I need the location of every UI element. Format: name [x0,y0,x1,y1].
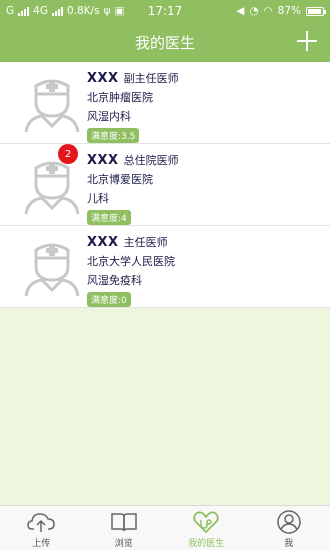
tab-label: 上传 [32,539,51,549]
app-notification-icon: ▣ [114,5,125,17]
bottom-tab-bar: 上传 浏览 我的医生 我 [0,505,330,550]
tab-label: 我的医生 [188,539,225,549]
doctor-heart-icon [193,511,219,534]
signal-icon-2 [51,6,63,16]
doctor-name: XXX [87,153,119,168]
usb-icon: ψ [103,5,111,17]
doctor-avatar-icon [24,243,80,297]
satisfaction-badge: 满意度:0 [87,292,131,307]
doctor-name: XXX [87,71,119,86]
doctor-card[interactable]: 2 XXX 总住院医师 北京博爱医院 儿科 满意度:4 [0,144,330,226]
page-title: 我的医生 [134,33,195,52]
tab-label: 我 [284,539,294,549]
tab-label: 浏览 [114,539,133,549]
doctor-avatar-icon [24,79,80,133]
network-speed: 0.8K/s [66,5,100,17]
doctor-hospital: 北京博爱医院 [87,173,153,186]
doctor-title: 副主任医师 [123,72,179,85]
doctor-department: 风湿免疫科 [87,274,142,287]
doctor-info: XXX 总住院医师 北京博爱医院 儿科 满意度:4 [87,152,179,225]
doctor-department: 风湿内科 [87,110,131,123]
network-type: 4G [33,5,48,17]
doctor-card[interactable]: XXX 主任医师 北京大学人民医院 风湿免疫科 满意度:0 [0,226,330,308]
tab-browse[interactable]: 浏览 [83,506,166,550]
nav-bar: 我的医生 [0,22,330,62]
doctor-avatar-icon [24,161,80,215]
upload-cloud-icon [27,513,56,532]
doctor-name: XXX [87,235,119,250]
unread-badge: 2 [58,144,78,164]
doctor-title: 主任医师 [123,236,168,249]
battery-icon [306,6,326,16]
battery-level: 87% [277,5,301,17]
alarm-icon: ◔ [249,5,259,17]
doctor-card[interactable]: XXX 副主任医师 北京肿瘤医院 风湿内科 满意度:3.5 [0,62,330,144]
status-bar: G 4G 0.8K/s ψ ▣ 17:17 ◀ ◔ ◠ 87% [0,0,330,22]
doctor-hospital: 北京大学人民医院 [87,255,175,268]
satisfaction-badge: 满意度:4 [87,210,131,225]
doctor-info: XXX 主任医师 北京大学人民医院 风湿免疫科 满意度:0 [87,234,175,307]
book-icon [111,513,137,532]
tab-upload[interactable]: 上传 [0,506,83,550]
doctor-info: XXX 副主任医师 北京肿瘤医院 风湿内科 满意度:3.5 [87,70,179,143]
mute-icon: ◀ [236,5,245,17]
signal-icon [18,6,30,16]
doctor-title: 总住院医师 [123,154,179,167]
satisfaction-badge: 满意度:3.5 [87,128,140,143]
carrier-indicator: G [6,5,15,17]
doctor-department: 儿科 [87,192,109,205]
tab-me[interactable]: 我 [248,506,330,550]
add-icon[interactable] [296,30,318,52]
doctor-hospital: 北京肿瘤医院 [87,91,153,104]
user-icon [277,510,301,534]
wifi-icon: ◠ [263,5,273,17]
tab-my-doctors[interactable]: 我的医生 [165,506,248,550]
doctor-list: XXX 副主任医师 北京肿瘤医院 风湿内科 满意度:3.5 2 XXX 总住院医… [0,62,330,308]
